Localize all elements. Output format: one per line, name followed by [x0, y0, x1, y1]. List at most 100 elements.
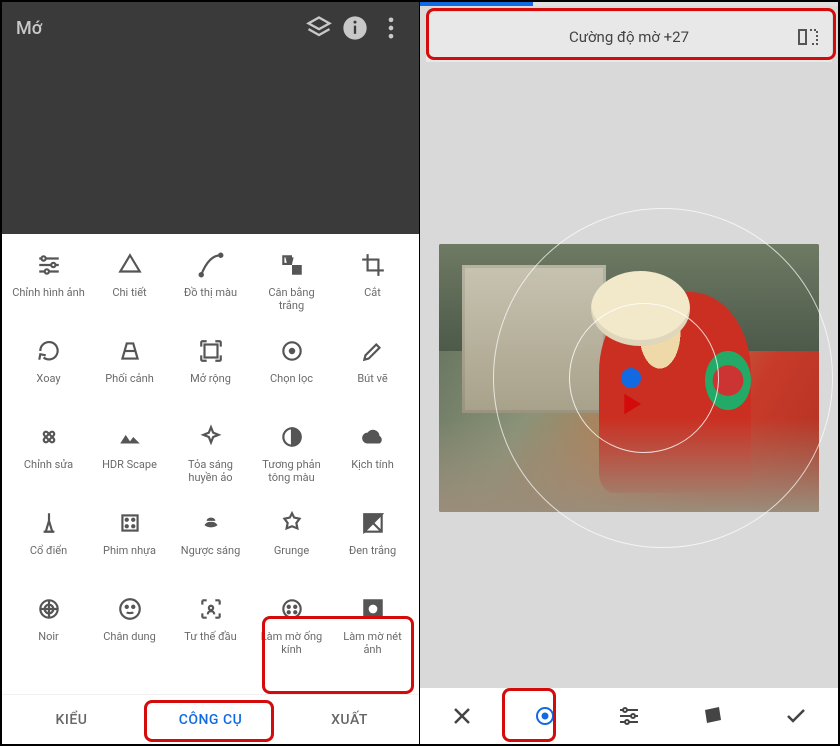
more-vert-icon[interactable]: [377, 14, 405, 42]
tool-label: Chỉnh hình ảnh: [12, 286, 85, 299]
tool-label: Kịch tính: [351, 458, 394, 471]
tab-xuat[interactable]: XUẤT: [280, 698, 419, 742]
tool-label: Cân bằng trắng: [255, 286, 329, 312]
tool-vignette[interactable]: Làm mờ nét ảnh: [332, 590, 413, 674]
tool-details[interactable]: Chi tiết: [89, 246, 170, 330]
red-arrow-annotation: [587, 390, 643, 418]
tool-vintage[interactable]: Cổ điển: [8, 504, 89, 588]
svg-text:W: W: [286, 257, 292, 265]
tool-label: Chân dung: [103, 630, 156, 643]
tool-lens-blur[interactable]: Làm mờ ống kính: [251, 590, 332, 674]
tool-grainy-film[interactable]: Phim nhựa: [89, 504, 170, 588]
hdr-scape-icon: [115, 422, 145, 452]
compare-icon[interactable]: [796, 25, 820, 49]
selective-icon: [277, 336, 307, 366]
tool-black-white[interactable]: Đen trắng: [332, 504, 413, 588]
curves-icon: [196, 250, 226, 280]
tool-label: Làm mờ ống kính: [255, 630, 329, 656]
tool-label: Tương phản tông màu: [255, 458, 329, 484]
white-balance-icon: W: [277, 250, 307, 280]
left-top-bar: Mớ: [2, 2, 419, 54]
tool-grid: Chỉnh hình ảnh Chi tiết Đồ thị màu W Cân bằn…: [2, 234, 419, 694]
noir-icon: [34, 594, 64, 624]
card-button[interactable]: [671, 688, 755, 744]
tool-tune-image[interactable]: Chỉnh hình ảnh: [8, 246, 89, 330]
focus-center-dot[interactable]: [621, 368, 641, 388]
tool-rotate[interactable]: Xoay: [8, 332, 89, 416]
tool-label: Đen trắng: [349, 544, 396, 557]
grunge-icon: [277, 508, 307, 538]
tool-label: Cắt: [364, 286, 381, 299]
black-white-icon: [358, 508, 388, 538]
tool-perspective[interactable]: Phối cảnh: [89, 332, 170, 416]
crop-icon: [358, 250, 388, 280]
tool-brush[interactable]: Bút vẽ: [332, 332, 413, 416]
tonal-contrast-icon: [277, 422, 307, 452]
tool-hdr-scape[interactable]: HDR Scape: [89, 418, 170, 502]
tool-glamour-glow[interactable]: Tỏa sáng huyền ảo: [170, 418, 251, 502]
image-editor-area[interactable]: [420, 68, 838, 688]
tool-label: Đồ thị màu: [184, 286, 237, 299]
grainy-film-icon: [115, 508, 145, 538]
tune-image-icon: [34, 250, 64, 280]
tool-curves[interactable]: Đồ thị màu: [170, 246, 251, 330]
cancel-button[interactable]: [420, 688, 504, 744]
tool-label: Noir: [38, 630, 59, 643]
bottom-tabs: KIỂU CÔNG CỤ XUẤT: [2, 694, 419, 744]
focus-inner-circle[interactable]: [569, 303, 719, 453]
tool-healing[interactable]: Chỉnh sửa: [8, 418, 89, 502]
tool-label: Tỏa sáng huyền ảo: [174, 458, 248, 484]
right-bottom-tools: [420, 688, 838, 744]
details-icon: [115, 250, 145, 280]
blur-strength-label: Cường độ mờ +27: [569, 28, 689, 46]
tool-label: Ngược sáng: [181, 544, 241, 557]
portrait-icon: [115, 594, 145, 624]
retrolux-icon: [196, 508, 226, 538]
tool-label: Chi tiết: [112, 286, 146, 299]
left-screen: Mớ Chỉnh hình ảnh Chi tiết Đồ thị màu W Cân …: [2, 2, 420, 744]
tool-label: Chọn lọc: [270, 372, 313, 385]
tool-white-balance[interactable]: W Cân bằng trắng: [251, 246, 332, 330]
tool-drama[interactable]: Kịch tính: [332, 418, 413, 502]
drama-icon: [358, 422, 388, 452]
layers-icon[interactable]: [305, 14, 333, 42]
apply-button[interactable]: [754, 688, 838, 744]
tool-label: Grunge: [274, 544, 309, 557]
head-pose-icon: [196, 594, 226, 624]
info-icon[interactable]: [341, 14, 369, 42]
lens-blur-icon: [277, 594, 307, 624]
healing-icon: [34, 422, 64, 452]
tool-expand[interactable]: Mở rộng: [170, 332, 251, 416]
focus-mode-button[interactable]: [504, 688, 588, 744]
tool-label: Tư thế đầu: [184, 630, 236, 643]
tool-label: Làm mờ nét ảnh: [336, 630, 410, 656]
tool-label: Cổ điển: [30, 544, 67, 557]
vintage-icon: [34, 508, 64, 538]
tool-label: Phim nhựa: [103, 544, 156, 557]
perspective-icon: [115, 336, 145, 366]
rotate-icon: [34, 336, 64, 366]
tool-label: Xoay: [36, 372, 60, 385]
tool-tonal-contrast[interactable]: Tương phản tông màu: [251, 418, 332, 502]
brush-icon: [358, 336, 388, 366]
tool-head-pose[interactable]: Tư thế đầu: [170, 590, 251, 674]
open-title: Mớ: [16, 18, 297, 39]
tool-retrolux[interactable]: Ngược sáng: [170, 504, 251, 588]
tool-portrait[interactable]: Chân dung: [89, 590, 170, 674]
tool-label: Phối cảnh: [105, 372, 154, 385]
glamour-glow-icon: [196, 422, 226, 452]
tool-selective[interactable]: Chọn lọc: [251, 332, 332, 416]
blur-strength-bar[interactable]: Cường độ mờ +27: [426, 12, 832, 62]
progress-bar: [420, 2, 838, 6]
tool-label: Mở rộng: [190, 372, 231, 385]
tab-congcu[interactable]: CÔNG CỤ: [141, 698, 280, 742]
tab-kieu[interactable]: KIỂU: [2, 698, 141, 742]
sliders-button[interactable]: [587, 688, 671, 744]
expand-icon: [196, 336, 226, 366]
image-preview-area: [2, 54, 419, 234]
tool-noir[interactable]: Noir: [8, 590, 89, 674]
tool-label: Chỉnh sửa: [24, 458, 73, 471]
tool-grunge[interactable]: Grunge: [251, 504, 332, 588]
tool-crop[interactable]: Cắt: [332, 246, 413, 330]
tool-label: Bút vẽ: [357, 372, 387, 385]
